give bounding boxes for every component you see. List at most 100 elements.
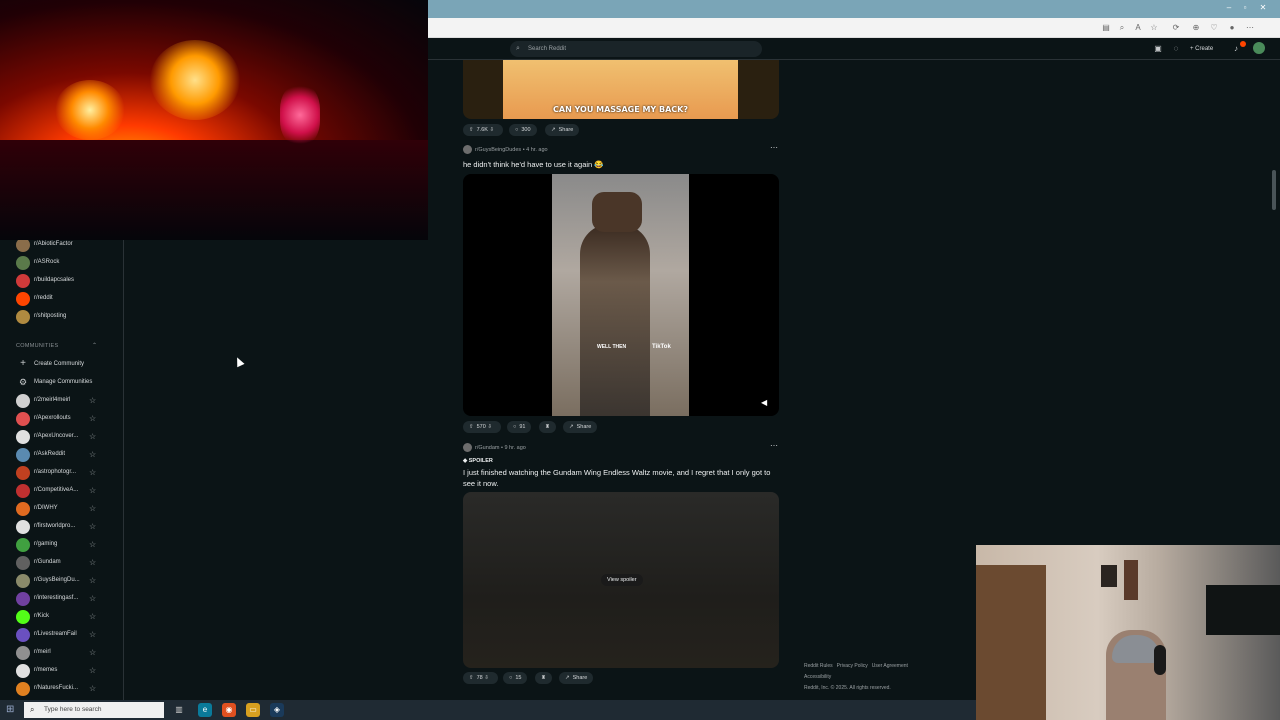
vote-button[interactable]: ⇧ 570 ⇩ (463, 421, 501, 433)
more-icon[interactable]: ⋯ (1244, 22, 1256, 34)
sidebar-item[interactable]: r/ApexUncover... ☆ (16, 430, 116, 444)
subreddit-avatar[interactable] (463, 145, 472, 154)
reader-icon[interactable]: ▤ (1100, 22, 1112, 34)
star-icon[interactable]: ☆ (89, 630, 96, 639)
post-title[interactable]: he didn't think he'd have to use it agai… (463, 159, 783, 170)
chat-icon[interactable]: ◌ (1170, 43, 1182, 55)
star-icon[interactable]: ☆ (89, 468, 96, 477)
task-view-icon[interactable]: ▥ (172, 703, 186, 717)
star-icon[interactable]: ☆ (89, 594, 96, 603)
downvote-icon[interactable]: ⇩ (489, 127, 494, 133)
view-spoiler-button[interactable]: View spoiler (601, 574, 643, 586)
scrollbar-thumb[interactable] (1272, 170, 1276, 210)
sidebar-item[interactable]: r/CompetitiveA... ☆ (16, 484, 116, 498)
sidebar-item[interactable]: r/DIWHY ☆ (16, 502, 116, 516)
zoom-icon[interactable]: ⌕ (1116, 22, 1128, 34)
sidebar-item[interactable]: r/Apexrollouts ☆ (16, 412, 116, 426)
more-options-icon[interactable]: ⋯ (770, 441, 778, 450)
downvote-icon[interactable]: ⇩ (484, 675, 489, 681)
sidebar-item[interactable]: r/Gundam ☆ (16, 556, 116, 570)
sidebar-item[interactable]: r/GuysBeingDu... ☆ (16, 574, 116, 588)
refresh-icon[interactable]: ⟳ (1170, 22, 1182, 34)
sidebar-item[interactable]: r/AskReddit ☆ (16, 448, 116, 462)
reddit-rules-link[interactable]: Reddit Rules (804, 663, 833, 669)
star-icon[interactable]: ☆ (89, 648, 96, 657)
comments-button[interactable]: ○ 300 (509, 124, 537, 136)
windows-start-icon[interactable]: ⊞ (6, 704, 18, 716)
star-icon[interactable]: ☆ (89, 558, 96, 567)
star-icon[interactable]: ☆ (89, 486, 96, 495)
chevron-up-icon[interactable]: ⌃ (92, 342, 97, 349)
post-title[interactable]: I just finished watching the Gundam Wing… (463, 467, 783, 489)
subreddit-avatar[interactable] (463, 443, 472, 452)
advertise-icon[interactable]: ▣ (1152, 43, 1164, 55)
star-icon[interactable]: ☆ (89, 432, 96, 441)
post-image[interactable]: CAN YOU MASSAGE MY BACK? (463, 60, 779, 119)
award-button[interactable]: ♜ (535, 672, 552, 684)
upvote-icon[interactable]: ⇧ (469, 675, 474, 681)
close-icon[interactable]: ✕ (1256, 3, 1270, 13)
video-player[interactable]: WELL THEN TikTok ◀ (463, 174, 779, 416)
star-icon[interactable]: ☆ (89, 450, 96, 459)
star-icon[interactable]: ☆ (89, 504, 96, 513)
star-icon[interactable]: ☆ (89, 684, 96, 693)
volume-icon[interactable]: ◀ (761, 398, 767, 407)
read-aloud-icon[interactable]: A (1132, 22, 1144, 34)
sidebar-item[interactable]: r/gaming ☆ (16, 538, 116, 552)
search-input[interactable]: ⌕ Search Reddit (510, 41, 762, 57)
star-icon[interactable]: ☆ (89, 576, 96, 585)
sidebar-item[interactable]: r/reddit (16, 292, 116, 306)
more-options-icon[interactable]: ⋯ (770, 143, 778, 152)
share-button[interactable]: ↗ Share (563, 421, 598, 433)
create-button[interactable]: + Create (1190, 43, 1213, 55)
share-button[interactable]: ↗ Share (545, 124, 580, 136)
sidebar-item[interactable]: r/interestingasf... ☆ (16, 592, 116, 606)
steam-icon[interactable]: ◈ (270, 703, 284, 717)
subreddit-link[interactable]: r/GuysBeingDudes (475, 147, 521, 153)
upvote-icon[interactable]: ⇧ (469, 127, 474, 133)
taskbar-search-input[interactable]: ⌕ Type here to search (24, 702, 164, 718)
subreddit-link[interactable]: r/Gundam (475, 445, 499, 451)
user-agreement-link[interactable]: User Agreement (872, 663, 908, 669)
sidebar-item[interactable]: r/shitposting (16, 310, 116, 324)
sidebar-item[interactable]: r/firstworldpro... ☆ (16, 520, 116, 534)
sidebar-item[interactable]: r/memes ☆ (16, 664, 116, 678)
star-icon[interactable]: ☆ (89, 396, 96, 405)
firefox-icon[interactable]: ◉ (222, 703, 236, 717)
star-icon[interactable]: ☆ (89, 414, 96, 423)
star-icon[interactable]: ☆ (89, 540, 96, 549)
communities-header[interactable]: COMMUNITIES ⌃ (16, 343, 106, 349)
vote-button[interactable]: ⇧ 78 ⇩ (463, 672, 498, 684)
star-icon[interactable]: ☆ (89, 666, 96, 675)
create-community-button[interactable]: + Create Community (16, 358, 116, 372)
minimize-icon[interactable]: – (1222, 3, 1236, 13)
profile-icon[interactable]: ● (1226, 22, 1238, 34)
downvote-icon[interactable]: ⇩ (487, 424, 492, 430)
maximize-icon[interactable]: ▫ (1238, 3, 1252, 13)
share-button[interactable]: ↗ Share (559, 672, 594, 684)
sidebar-item[interactable]: r/AbioticFactor (16, 238, 116, 252)
vote-button[interactable]: ⇧ 7.6K ⇩ (463, 124, 504, 136)
star-icon[interactable]: ☆ (89, 612, 96, 621)
spoiler-image[interactable]: View spoiler (463, 492, 779, 668)
edge-icon[interactable]: e (198, 703, 212, 717)
sidebar-item[interactable]: r/meirl ☆ (16, 646, 116, 660)
sidebar-item[interactable]: r/buildapcsales (16, 274, 116, 288)
favorites-icon[interactable]: ♡ (1208, 22, 1220, 34)
star-icon[interactable]: ☆ (89, 522, 96, 531)
comments-button[interactable]: ○ 91 (507, 421, 532, 433)
file-explorer-icon[interactable]: ▭ (246, 703, 260, 717)
sidebar-item[interactable]: r/NaturesFucki... ☆ (16, 682, 116, 696)
sidebar-item[interactable]: r/LivestreamFail ☆ (16, 628, 116, 642)
privacy-policy-link[interactable]: Privacy Policy (837, 663, 868, 669)
sidebar-item[interactable]: r/2meirl4meirl ☆ (16, 394, 116, 408)
sidebar-item[interactable]: r/Kick ☆ (16, 610, 116, 624)
sidebar-item[interactable]: r/ASRock (16, 256, 116, 270)
extensions-icon[interactable]: ⊕ (1190, 22, 1202, 34)
award-button[interactable]: ♜ (539, 421, 556, 433)
comments-button[interactable]: ○ 15 (503, 672, 528, 684)
accessibility-link[interactable]: Accessibility (804, 672, 954, 683)
upvote-icon[interactable]: ⇧ (469, 424, 474, 430)
sidebar-item[interactable]: r/astrophotogr... ☆ (16, 466, 116, 480)
manage-communities-button[interactable]: ⚙ Manage Communities (16, 376, 116, 390)
